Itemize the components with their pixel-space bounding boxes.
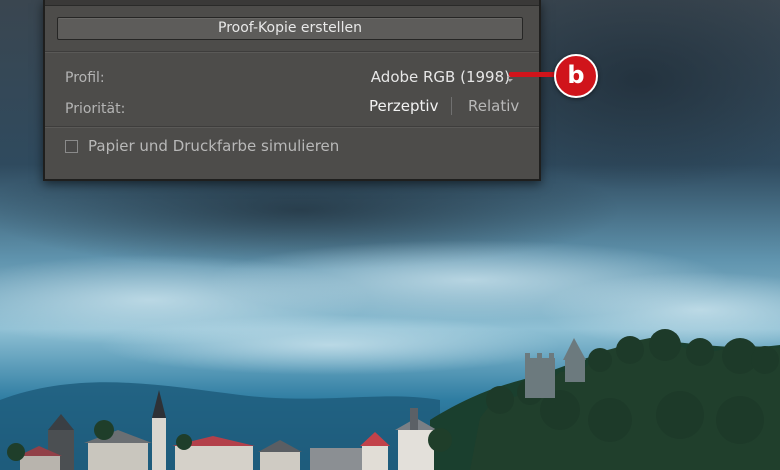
create-proof-copy-button[interactable]: Proof-Kopie erstellen xyxy=(57,17,523,40)
callout-pointer-line xyxy=(509,72,559,77)
simulate-paper-ink-label: Papier und Druckfarbe simulieren xyxy=(88,137,340,155)
profile-label: Profil: xyxy=(65,70,105,86)
intent-divider xyxy=(451,97,452,115)
profile-select[interactable]: Adobe RGB (1998) xyxy=(371,68,510,86)
panel-header-strip xyxy=(45,0,539,6)
callout-badge: b xyxy=(554,54,598,98)
simulate-paper-ink-checkbox[interactable] xyxy=(65,140,78,153)
section-divider xyxy=(45,126,539,128)
profile-select-value: Adobe RGB (1998) xyxy=(370,68,510,86)
intent-option-relative[interactable]: Relativ xyxy=(468,97,519,115)
section-divider xyxy=(45,51,539,53)
soft-proof-panel: Proof-Kopie erstellen Profil: Adobe RGB … xyxy=(43,0,541,181)
intent-option-perceptual[interactable]: Perzeptiv xyxy=(369,97,438,115)
intent-label: Priorität: xyxy=(65,101,126,117)
